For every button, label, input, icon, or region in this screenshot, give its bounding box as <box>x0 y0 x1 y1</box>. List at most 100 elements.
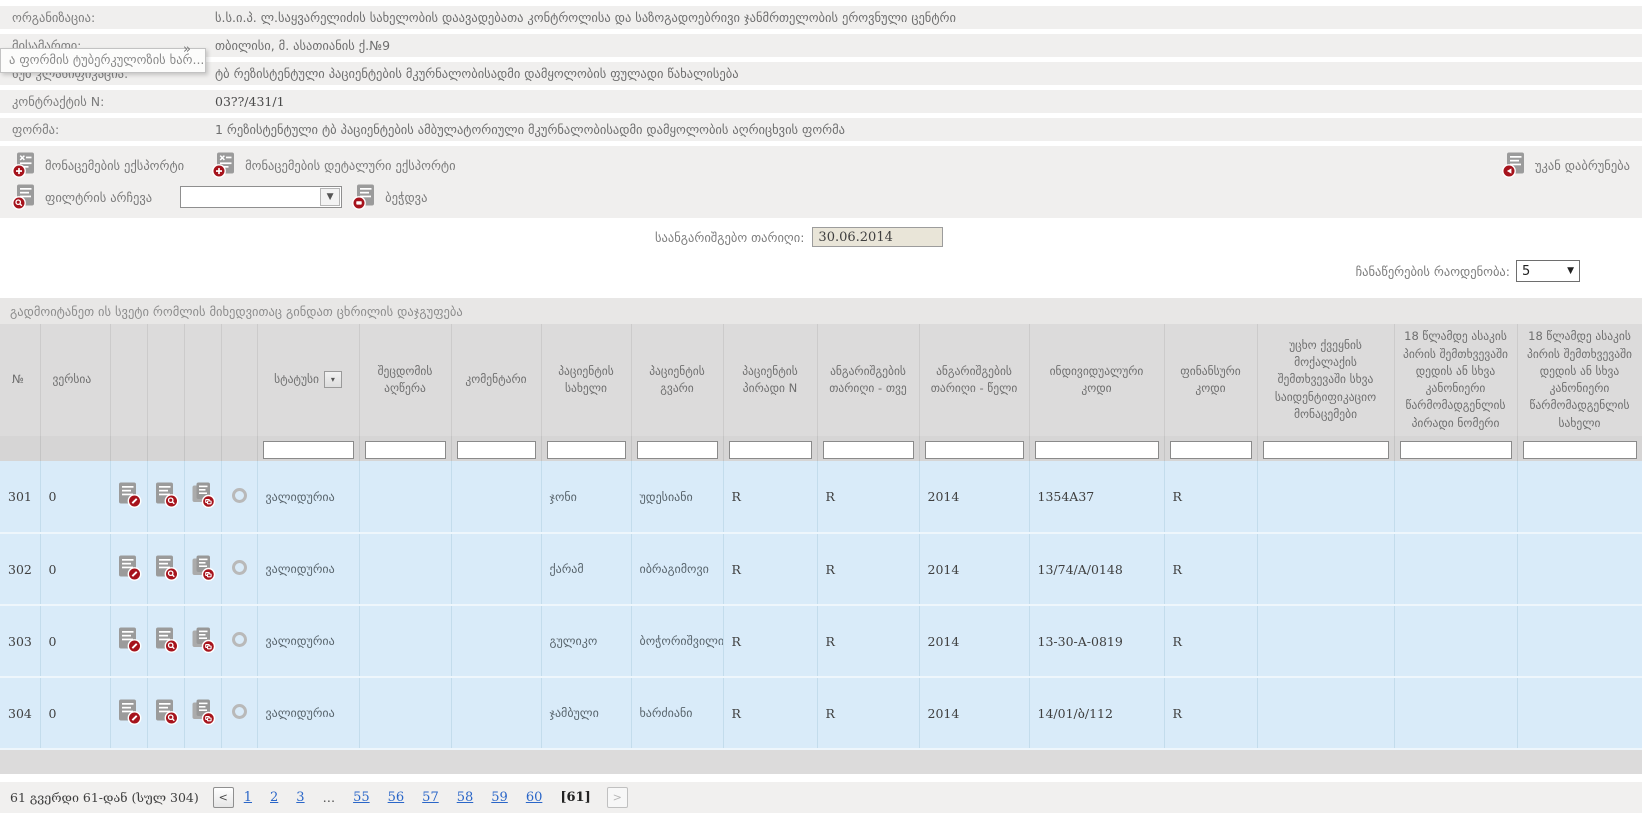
cell-first-name: ჯამბული <box>541 677 631 749</box>
cell-personal-n: R <box>723 677 817 749</box>
filter-input-first-name[interactable] <box>547 441 626 459</box>
col-header-first-name[interactable]: პაციენტის სახელი <box>541 324 631 436</box>
export-data-button[interactable]: მონაცემების ექსპორტი <box>12 152 184 178</box>
page-link[interactable]: 56 <box>388 790 405 805</box>
copy-record-button[interactable] <box>190 482 216 508</box>
cell-report-year: 2014 <box>919 533 1029 605</box>
page-link[interactable]: 3 <box>296 790 304 805</box>
view-record-button[interactable] <box>153 482 179 508</box>
page-link[interactable]: 1 <box>244 790 252 805</box>
filter-input-comment[interactable] <box>457 441 536 459</box>
table-row[interactable]: 304 0 ვალიდურია ჯამბული ხარძიანი R R 201… <box>0 677 1642 749</box>
copy-record-button[interactable] <box>190 627 216 653</box>
filter-input-error[interactable] <box>365 441 446 459</box>
col-header-personal-n[interactable]: პაციენტის პირადი N <box>723 324 817 436</box>
choose-filter-button[interactable]: ფილტრის არჩევა <box>12 184 152 210</box>
col-header-guardian-pn[interactable]: 18 წლამდე ასაკის პირის შემთხვევაში დედის… <box>1394 324 1517 436</box>
cell-personal-n: R <box>723 605 817 677</box>
cell-personal-n: R <box>723 461 817 533</box>
col-header-version[interactable]: ვერსია <box>40 324 110 436</box>
row-radio-button[interactable] <box>232 560 247 575</box>
copy-record-button[interactable] <box>190 555 216 581</box>
view-record-button[interactable] <box>153 627 179 653</box>
export-detailed-label: მონაცემების დეტალური ექსპორტი <box>245 158 455 173</box>
records-count-select[interactable]: 5 ▼ <box>1516 260 1580 282</box>
cell-financial-code: R <box>1164 677 1257 749</box>
cell-personal-n: R <box>723 533 817 605</box>
view-record-button[interactable] <box>153 555 179 581</box>
records-count-value: 5 <box>1522 264 1530 279</box>
col-header-last-name[interactable]: პაციენტის გვარი <box>631 324 723 436</box>
filter-input-personal-n[interactable] <box>729 441 812 459</box>
status-filter-dropdown[interactable]: ▾ <box>324 371 342 388</box>
view-record-button[interactable] <box>153 699 179 725</box>
page-link[interactable]: 58 <box>457 790 474 805</box>
edit-record-button[interactable] <box>116 482 142 508</box>
filter-select[interactable]: ▼ <box>180 186 342 208</box>
cell-status: ვალიდურია <box>257 677 359 749</box>
grouping-drop-zone[interactable]: გადმოიტანეთ ის სვეტი რომლის მიხედვითაც გ… <box>0 298 1642 324</box>
cell-report-year: 2014 <box>919 677 1029 749</box>
prev-page-button[interactable]: < <box>213 787 234 808</box>
excel-export-detailed-icon <box>212 152 238 178</box>
col-header-individual-code[interactable]: ინდივიდუალური კოდი <box>1029 324 1164 436</box>
page-link[interactable]: 59 <box>491 790 508 805</box>
cell-report-month: R <box>817 461 919 533</box>
filter-input-report-year[interactable] <box>925 441 1024 459</box>
cell-individual-code: 1354A37 <box>1029 461 1164 533</box>
next-page-button[interactable]: > <box>607 787 628 808</box>
table-row[interactable]: 301 0 ვალიდურია ჯონი უდესიანი R R 2014 1… <box>0 461 1642 533</box>
filter-input-foreign-id[interactable] <box>1263 441 1389 459</box>
report-date-input[interactable] <box>812 227 943 247</box>
row-radio-button[interactable] <box>232 632 247 647</box>
col-header-foreign-id[interactable]: უცხო ქვეყნის მოქალაქის შემთხვევაში სხვა … <box>1257 324 1394 436</box>
cell-report-month: R <box>817 677 919 749</box>
form-tooltip[interactable]: ა ფორმის ტუბერკულოზის ხარ... » <box>0 48 206 73</box>
filter-input-guardian-name[interactable] <box>1523 441 1637 459</box>
print-button[interactable]: ბეჭდვა <box>352 184 427 210</box>
page-link[interactable]: 55 <box>353 790 370 805</box>
cell-last-name: ბოჭორიშვილი <box>631 605 723 677</box>
page-link[interactable]: 60 <box>526 790 543 805</box>
cell-no: 301 <box>0 461 40 533</box>
edit-record-button[interactable] <box>116 555 142 581</box>
cell-comment <box>451 461 541 533</box>
pagination-summary: 61 გვერდი 61-დან (სულ 304) <box>10 790 199 805</box>
table-row[interactable]: 302 0 ვალიდურია ქარამ იბრაგიმოვი R R 201… <box>0 533 1642 605</box>
organization-value: ს.ს.ი.პ. ლ.საყვარელიძის სახელობის დაავად… <box>215 10 956 25</box>
filter-input-report-month[interactable] <box>823 441 914 459</box>
filter-input-individual-code[interactable] <box>1035 441 1159 459</box>
col-header-guardian-name[interactable]: 18 წლამდე ასაკის პირის შემთხვევაში დედის… <box>1517 324 1642 436</box>
col-header-report-year[interactable]: ანგარიშგების თარიღი - წელი <box>919 324 1029 436</box>
info-row-form: ფორმა: 1 რეზისტენტული ტბ პაციენტების ამბ… <box>0 118 1642 141</box>
page-link[interactable]: 57 <box>422 790 439 805</box>
view-magnifier-icon <box>153 555 179 581</box>
filter-input-guardian-pn[interactable] <box>1400 441 1512 459</box>
col-header-report-month[interactable]: ანგარიშგების თარიღი - თვე <box>817 324 919 436</box>
row-radio-button[interactable] <box>232 488 247 503</box>
chevron-down-icon: ▼ <box>320 188 340 206</box>
filter-input-status[interactable] <box>263 441 354 459</box>
table-row[interactable]: 303 0 ვალიდურია გულიკო ბოჭორიშვილი R R 2… <box>0 605 1642 677</box>
edit-record-button[interactable] <box>116 627 142 653</box>
filter-input-financial-code[interactable] <box>1170 441 1252 459</box>
col-header-no[interactable]: № <box>0 324 40 436</box>
filter-input-last-name[interactable] <box>637 441 718 459</box>
page-link[interactable]: 2 <box>270 790 278 805</box>
col-header-error[interactable]: შეცდომის აღწერა <box>359 324 451 436</box>
cell-report-year: 2014 <box>919 605 1029 677</box>
cell-foreign-id <box>1257 533 1394 605</box>
edit-record-button[interactable] <box>116 699 142 725</box>
tooltip-expand-icon[interactable]: » <box>183 42 191 57</box>
edit-pencil-icon <box>116 555 142 581</box>
copy-record-button[interactable] <box>190 699 216 725</box>
row-radio-button[interactable] <box>232 704 247 719</box>
col-header-financial-code[interactable]: ფინანსური კოდი <box>1164 324 1257 436</box>
cell-error <box>359 533 451 605</box>
col-header-status[interactable]: სტატუსი▾ <box>257 324 359 436</box>
report-date-label: საანგარიშგებო თარიღი: <box>655 230 804 245</box>
cell-version: 0 <box>40 605 110 677</box>
export-detailed-button[interactable]: მონაცემების დეტალური ექსპორტი <box>212 152 455 178</box>
back-button[interactable]: უკან დაბრუნება <box>1502 152 1630 178</box>
col-header-comment[interactable]: კომენტარი <box>451 324 541 436</box>
